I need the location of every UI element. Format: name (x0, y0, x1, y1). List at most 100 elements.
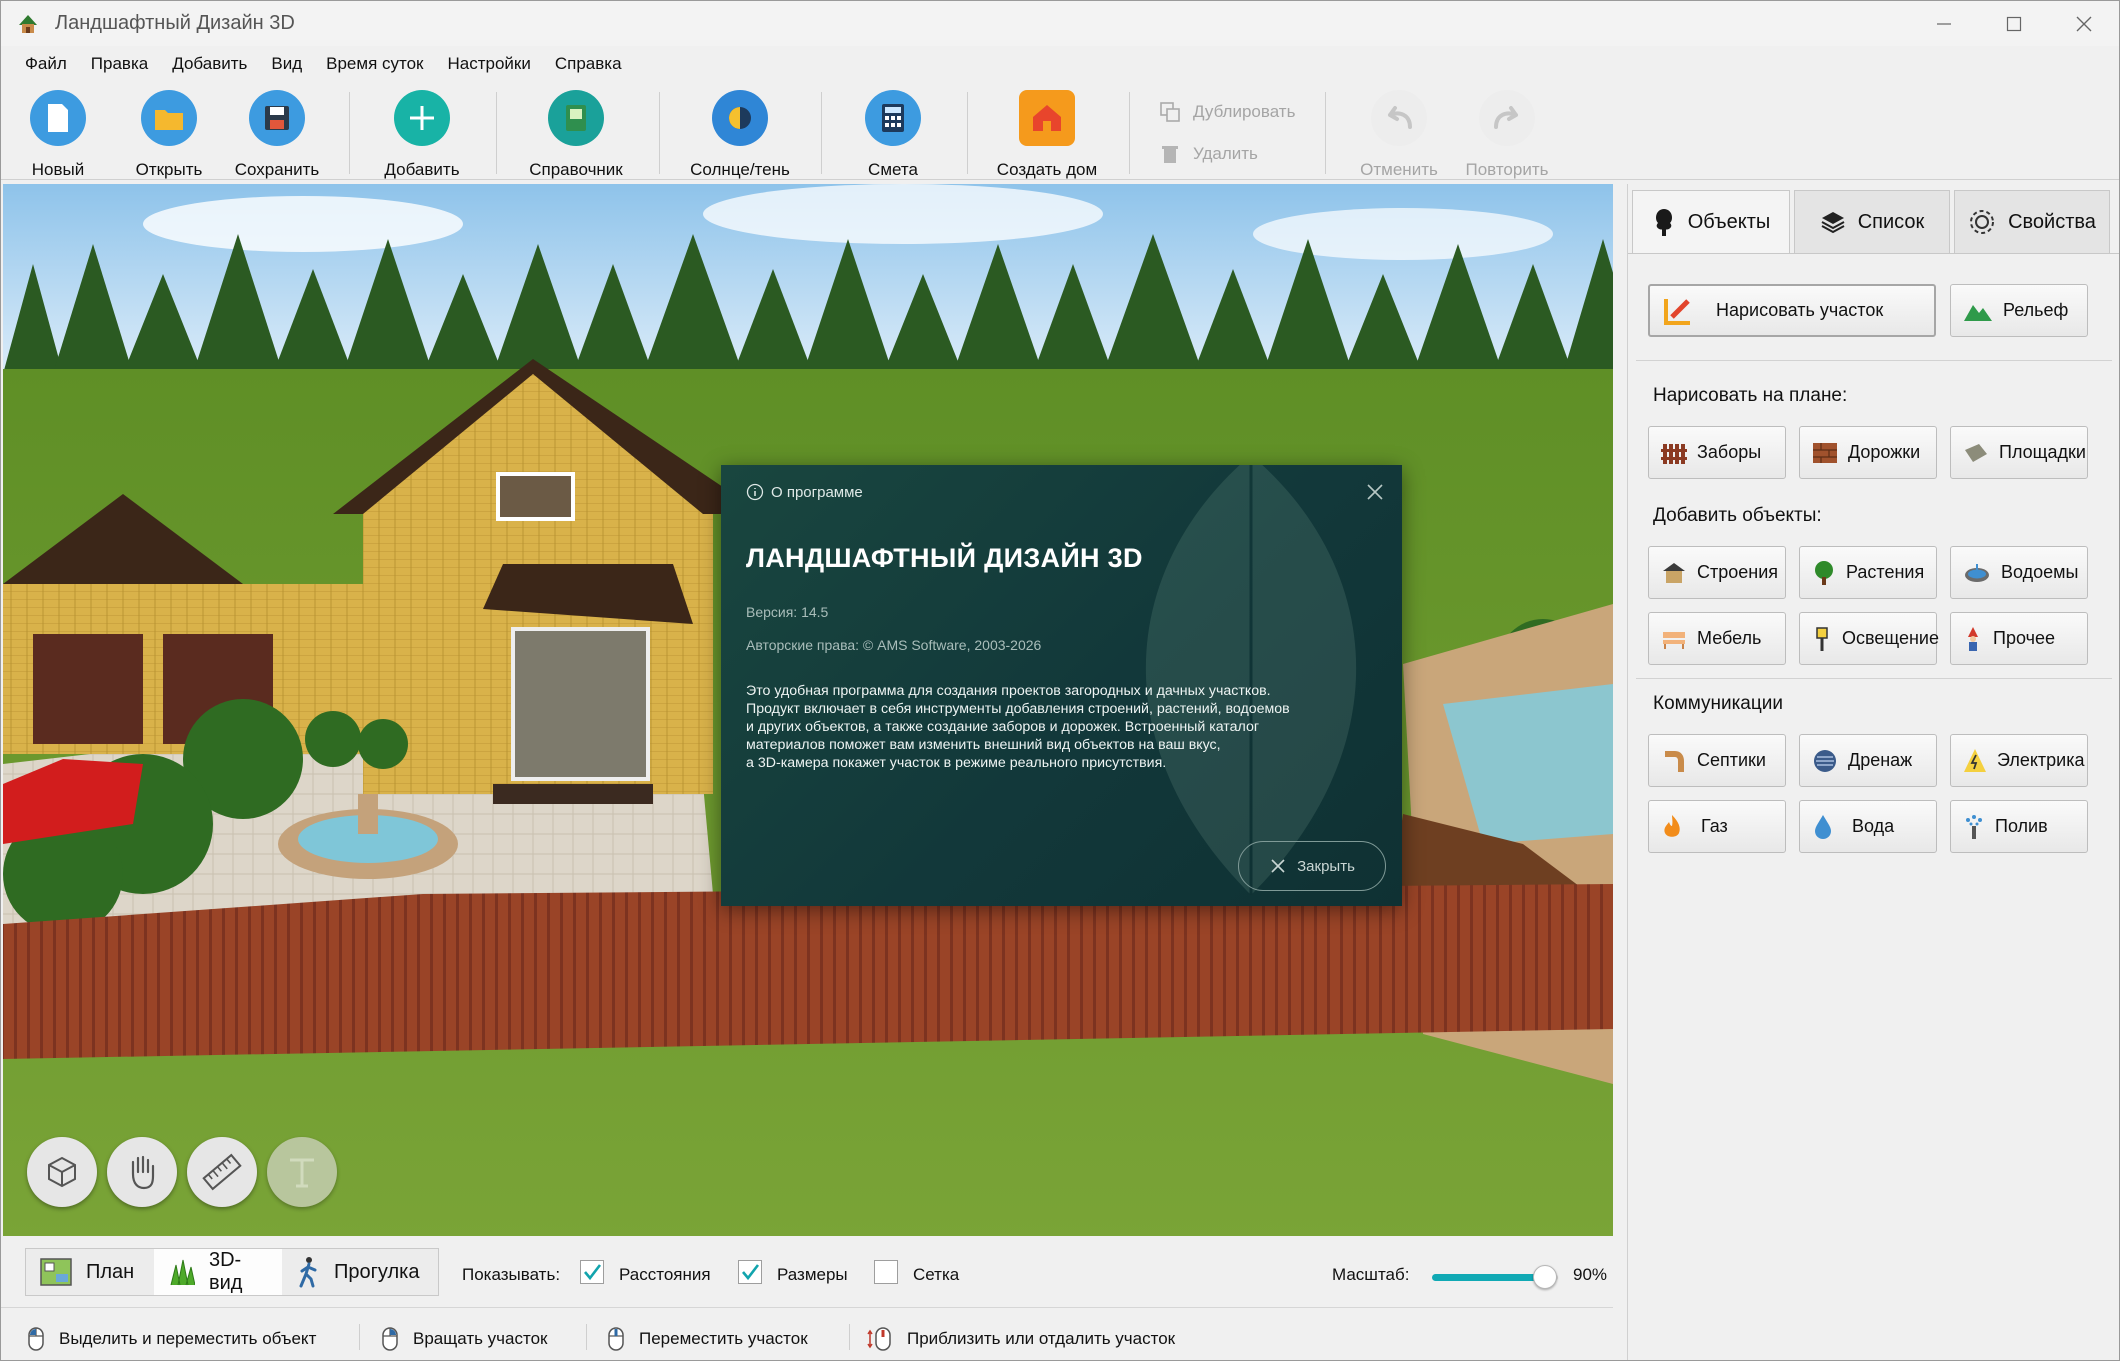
close-window-button[interactable] (2049, 1, 2119, 46)
menu-help[interactable]: Справка (543, 54, 634, 74)
irrigation-button[interactable]: Полив (1950, 800, 2088, 853)
save-button[interactable]: Сохранить (231, 82, 323, 180)
sprinkler-icon (1966, 814, 1982, 839)
walk-view-label: Прогулка (334, 1260, 420, 1283)
fences-label: Заборы (1697, 442, 1762, 462)
water-drop-icon (1815, 814, 1831, 839)
menu-add[interactable]: Добавить (160, 54, 259, 74)
paths-button[interactable]: Дорожки (1799, 426, 1937, 479)
measure-tool-button[interactable] (187, 1137, 257, 1207)
ponds-label: Водоемы (2001, 562, 2079, 582)
sizes-checkbox[interactable] (738, 1260, 762, 1284)
duplicate-button[interactable]: Дублировать (1159, 101, 1295, 123)
grid-label: Сетка (913, 1265, 960, 1284)
redo-icon (1479, 90, 1535, 146)
undo-icon (1371, 90, 1427, 146)
other-button[interactable]: Прочее (1950, 612, 2088, 665)
open-button[interactable]: Открыть (127, 82, 211, 180)
add-label: Добавить (384, 160, 460, 179)
lighting-button[interactable]: Освещение (1799, 612, 1939, 665)
text-tool-button[interactable] (267, 1137, 337, 1207)
version-text: Версия: 14.5 (746, 604, 829, 620)
hint-rotate-label: Вращать участок (413, 1329, 548, 1348)
dialog-header: О программе (746, 483, 863, 501)
brick-path-icon (1813, 442, 1837, 463)
grid-checkbox[interactable] (874, 1260, 898, 1284)
electrics-button[interactable]: Электрика (1950, 734, 2088, 787)
tab-objects[interactable]: Объекты (1632, 190, 1790, 254)
buildings-button[interactable]: Строения (1648, 546, 1786, 599)
tab-properties-label: Свойства (2008, 210, 2096, 233)
sun-shade-icon (712, 90, 768, 146)
title-bar: Ландшафтный Дизайн 3D (1, 1, 2119, 46)
water-button[interactable]: Вода (1799, 800, 1937, 853)
mouse-right-click-icon (382, 1327, 398, 1351)
save-label: Сохранить (234, 160, 320, 179)
menu-view[interactable]: Вид (259, 54, 314, 74)
add-plus-icon (394, 90, 450, 146)
minimize-button[interactable] (1909, 1, 1979, 46)
scale-label: Масштаб: (1332, 1265, 1410, 1284)
tab-properties[interactable]: Свойства (1954, 190, 2110, 254)
new-file-icon (30, 90, 86, 146)
panel-divider (1636, 360, 2112, 361)
dialog-close-x-button[interactable] (1362, 479, 1388, 505)
pan-tool-button[interactable] (107, 1137, 177, 1207)
walk-view-button[interactable]: Прогулка (282, 1249, 438, 1295)
tab-list[interactable]: Список (1794, 190, 1950, 254)
electrics-label: Электрика (1997, 750, 2085, 770)
drainage-button[interactable]: Дренаж (1799, 734, 1937, 787)
hand-icon (131, 1155, 155, 1190)
rotate-tool-button[interactable] (27, 1137, 97, 1207)
open-folder-icon (141, 90, 197, 146)
ponds-button[interactable]: Водоемы (1950, 546, 2088, 599)
close-icon (1271, 859, 1285, 873)
hint-zoom-label: Приблизить или отдалить участок (907, 1329, 1176, 1348)
gas-button[interactable]: Газ (1648, 800, 1786, 853)
new-button[interactable]: Новый (18, 82, 98, 180)
add-objects-heading: Добавить объекты: (1653, 505, 1822, 526)
reference-button[interactable]: Справочник (521, 82, 631, 180)
delete-button[interactable]: Удалить (1159, 143, 1258, 165)
maximize-button[interactable] (1979, 1, 2049, 46)
menu-file[interactable]: Файл (13, 54, 79, 74)
info-icon (746, 483, 764, 501)
stone-area-icon (1965, 443, 1987, 462)
add-button[interactable]: Добавить (377, 82, 467, 180)
checkmark-icon (742, 1264, 760, 1281)
undo-button[interactable]: Отменить (1357, 82, 1441, 180)
calculator-icon (865, 90, 921, 146)
estimate-button[interactable]: Смета (853, 82, 933, 180)
description-line: а 3D-камера покажет участок в режиме реа… (746, 755, 1167, 771)
redo-button[interactable]: Повторить (1461, 82, 1553, 180)
furniture-button[interactable]: Мебель (1648, 612, 1786, 665)
areas-button[interactable]: Площадки (1950, 426, 2088, 479)
status-separator (586, 1324, 587, 1350)
menu-settings[interactable]: Настройки (436, 54, 543, 74)
flame-icon (1664, 814, 1680, 837)
menu-edit[interactable]: Правка (79, 54, 160, 74)
description-line: Это удобная программа для создания проек… (746, 683, 1271, 699)
water-label: Вода (1852, 816, 1895, 836)
fences-button[interactable]: Заборы (1648, 426, 1786, 479)
3d-view-button[interactable]: 3D-вид (154, 1249, 282, 1295)
dialog-close-button[interactable]: Закрыть (1238, 841, 1386, 891)
view-bar: План 3D-вид Прогулка Показывать: Расстоя… (1, 1237, 1613, 1305)
sun-shade-button[interactable]: Солнце/тень (682, 82, 798, 180)
plan-view-label: План (86, 1260, 135, 1283)
distances-checkbox[interactable] (580, 1260, 604, 1284)
menu-time-of-day[interactable]: Время суток (314, 54, 435, 74)
main-toolbar: Новый Открыть Сохранить Добавить Справоч… (1, 82, 2119, 180)
relief-button[interactable]: Рельеф (1950, 284, 2088, 337)
draw-plot-button[interactable]: Нарисовать участок (1648, 284, 1936, 337)
mountain-icon (1964, 304, 1992, 321)
septic-button[interactable]: Септики (1648, 734, 1786, 787)
plan-view-button[interactable]: План (26, 1249, 154, 1295)
toolbar-separator (659, 92, 660, 174)
plants-button[interactable]: Растения (1799, 546, 1937, 599)
create-house-button[interactable]: Создать дом (991, 82, 1103, 180)
open-label: Открыть (135, 160, 203, 179)
save-disk-icon (249, 90, 305, 146)
dialog-close-label: Закрыть (1297, 857, 1355, 875)
description-line: и других объектов, а также создание забо… (746, 719, 1260, 735)
